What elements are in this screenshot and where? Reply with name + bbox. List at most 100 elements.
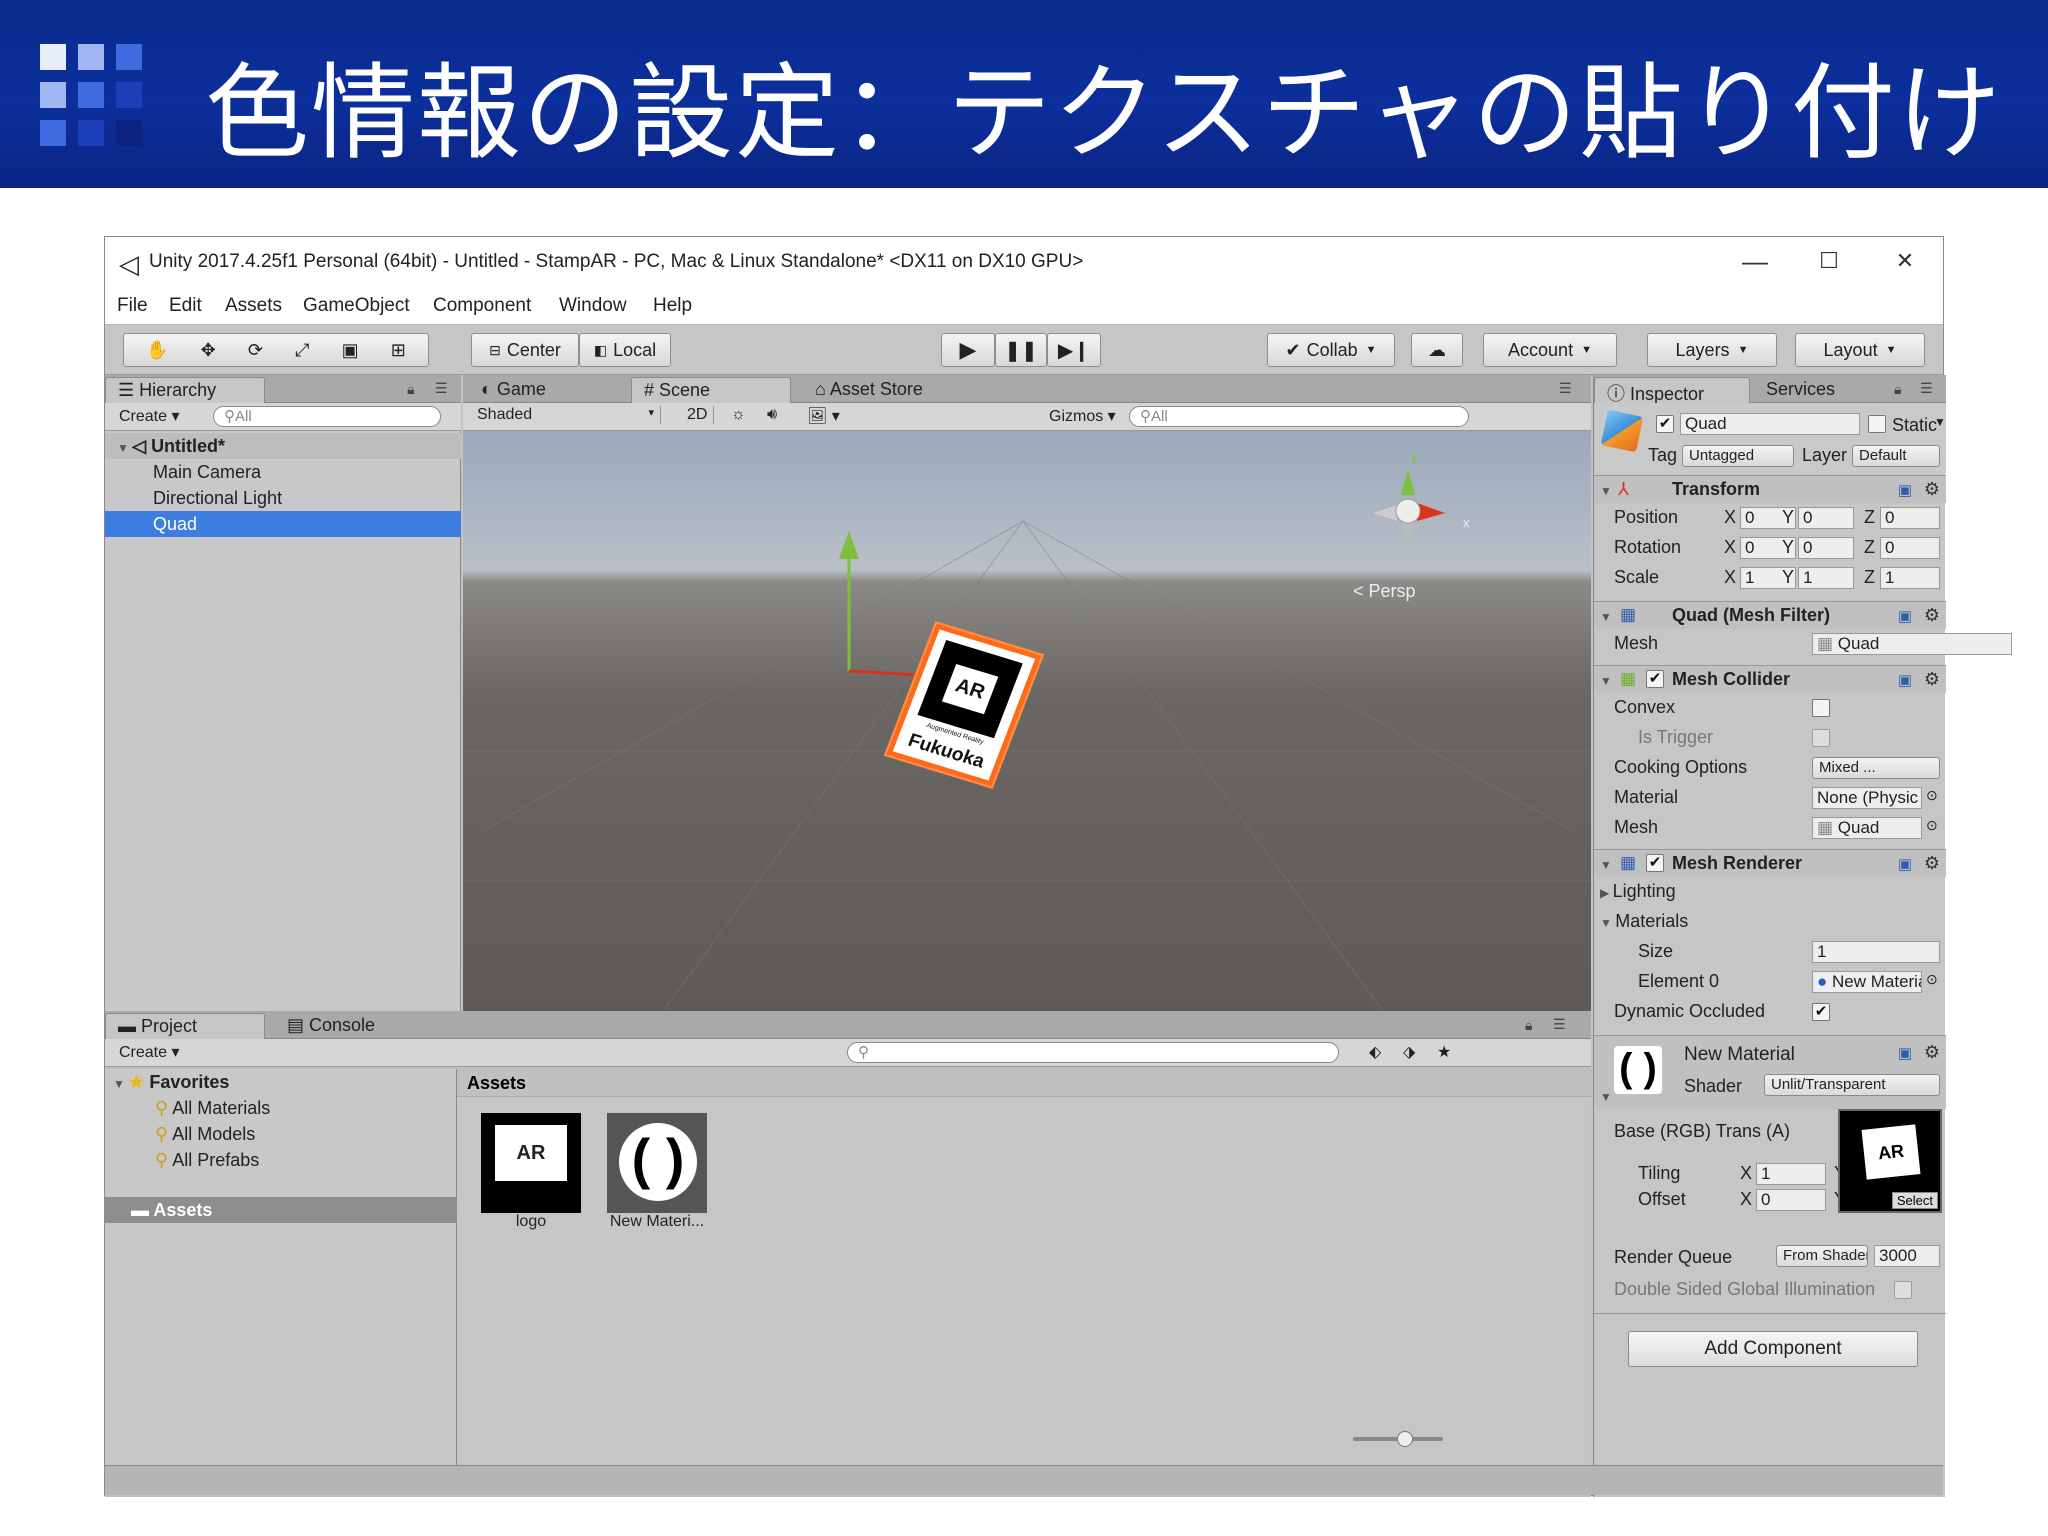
panel-menu-icon[interactable]: ☰ [435, 380, 448, 397]
tab-services[interactable]: Services [1754, 377, 1847, 403]
gizmos-dropdown[interactable]: Gizmos ▾ [1043, 406, 1122, 426]
scene-root[interactable]: ▼ ◁ Untitled* [105, 433, 461, 459]
tab-hierarchy[interactable]: ☰ Hierarchy [105, 377, 265, 403]
convex-checkbox[interactable] [1812, 699, 1830, 717]
mesh-renderer-enabled-checkbox[interactable]: ✔ [1646, 854, 1664, 872]
help-book-icon[interactable]: ▣ [1898, 671, 1912, 689]
tab-game[interactable]: ◐ Game [469, 377, 558, 403]
pivot-local-button[interactable]: ◧ Local [579, 333, 671, 367]
menu-help[interactable]: Help [653, 295, 692, 317]
layout-dropdown[interactable]: Layout ▼ [1795, 333, 1925, 367]
gear-icon[interactable]: ⚙ [1924, 479, 1940, 500]
step-button[interactable]: ▶❙ [1047, 333, 1101, 367]
tag-dropdown[interactable]: Untagged [1682, 445, 1794, 467]
dropdown-arrow-icon[interactable]: ▼ [1934, 415, 1946, 429]
active-checkbox[interactable]: ✔ [1656, 415, 1674, 433]
scene-search-input[interactable]: ⚲All [1129, 406, 1469, 427]
project-create-button[interactable]: Create ▾ [113, 1042, 186, 1062]
collab-dropdown[interactable]: ✔ Collab ▼ [1267, 333, 1395, 367]
assets-folder[interactable]: ▬ Assets [105, 1197, 461, 1223]
object-name-field[interactable]: Quad [1680, 413, 1860, 435]
asset-new-material[interactable]: ( ) New Materi... [607, 1113, 707, 1231]
account-dropdown[interactable]: Account ▼ [1483, 333, 1617, 367]
lock-icon[interactable]: 🔒︎ [407, 381, 414, 398]
gear-icon[interactable]: ⚙ [1924, 669, 1940, 690]
project-search-input[interactable]: ⚲ [847, 1042, 1339, 1063]
lighting-toggle-icon[interactable]: ☼ [725, 406, 752, 424]
lock-icon[interactable]: 🔒︎ [1894, 381, 1901, 398]
icon-size-slider[interactable] [1353, 1431, 1443, 1447]
collider-mesh-field[interactable]: ▦ Quad [1812, 817, 1922, 839]
materials-foldout[interactable]: ▼ Materials [1600, 911, 1688, 932]
filter-label-icon[interactable]: ⬗ [1397, 1042, 1421, 1062]
static-checkbox[interactable] [1868, 415, 1886, 433]
maximize-button[interactable]: ☐ [1809, 243, 1849, 279]
2d-toggle[interactable]: 2D [681, 406, 715, 424]
render-queue-dropdown[interactable]: From Shader [1776, 1245, 1868, 1267]
filter-type-icon[interactable]: ⬖ [1363, 1042, 1387, 1062]
help-book-icon[interactable]: ▣ [1898, 1044, 1912, 1062]
rotation-z-field-visible[interactable]: 0 [1880, 537, 1940, 559]
rotation-y-field[interactable]: 0 [1798, 537, 1854, 559]
pivot-center-button[interactable]: ⊟ Center [471, 333, 579, 367]
menu-gameobject[interactable]: GameObject [303, 295, 410, 317]
tiling-x-field[interactable]: 1 [1756, 1163, 1826, 1185]
gear-icon[interactable]: ⚙ [1924, 605, 1940, 626]
object-picker-icon[interactable]: ⊙ [1926, 971, 1938, 988]
tab-console[interactable]: ▤ Console [275, 1013, 387, 1039]
help-book-icon[interactable]: ▣ [1898, 607, 1912, 625]
favorite-all-materials[interactable]: ⚲ All Materials [105, 1095, 461, 1121]
rotate-icon[interactable]: ⟳ [248, 340, 263, 361]
favorites-folder[interactable]: ▼ ★ Favorites [105, 1069, 461, 1095]
mesh-field[interactable]: ▦ Quad [1812, 633, 2012, 655]
play-button[interactable]: ▶ [941, 333, 995, 367]
menu-component[interactable]: Component [433, 295, 531, 317]
layers-dropdown[interactable]: Layers ▼ [1647, 333, 1777, 367]
cloud-button[interactable]: ☁ [1411, 333, 1463, 367]
position-z-field-visible[interactable]: 0 [1880, 507, 1940, 529]
tab-project[interactable]: ▬ Project [105, 1013, 265, 1039]
lock-icon[interactable]: 🔒︎ [1525, 1017, 1532, 1034]
hierarchy-item-quad[interactable]: Quad [105, 511, 461, 537]
gear-icon[interactable]: ⚙ [1924, 853, 1940, 874]
favorite-all-models[interactable]: ⚲ All Models [105, 1121, 461, 1147]
pause-button[interactable]: ❚❚ [995, 333, 1047, 367]
hierarchy-item-directional-light[interactable]: Directional Light [105, 485, 461, 511]
element-0-field[interactable]: ● New Material [1812, 971, 1922, 993]
scene-viewport[interactable]: y x < Persp AR Augmented Reality Fukuoka [463, 431, 1591, 1011]
transform-header[interactable]: ▼ ⅄ Transform ▣ ⚙ [1594, 475, 1946, 503]
menu-file[interactable]: File [117, 295, 148, 317]
shader-dropdown[interactable]: Unlit/Transparent [1764, 1074, 1940, 1096]
minimize-button[interactable]: — [1735, 243, 1775, 279]
create-button[interactable]: Create ▾ [113, 406, 186, 426]
texture-slot[interactable]: AR Select [1838, 1109, 1942, 1213]
menu-window[interactable]: Window [559, 295, 627, 317]
help-book-icon[interactable]: ▣ [1898, 855, 1912, 873]
tab-asset-store[interactable]: ⌂ Asset Store [803, 377, 935, 403]
mesh-collider-header[interactable]: ▼ ▦ ✔ Mesh Collider ▣ ⚙ [1594, 665, 1946, 693]
favorite-star-icon[interactable]: ★ [1431, 1042, 1457, 1062]
physic-material-field[interactable]: None (Physic Materia [1812, 787, 1922, 809]
dynamic-occluded-checkbox[interactable]: ✔ [1812, 1003, 1830, 1021]
audio-toggle-icon[interactable]: 🔊︎ [761, 406, 783, 424]
scale-z-field-visible[interactable]: 1 [1880, 567, 1940, 589]
object-picker-icon[interactable]: ⊙ [1926, 787, 1938, 804]
hierarchy-search-input[interactable]: ⚲All [213, 406, 441, 427]
close-button[interactable]: ✕ [1885, 243, 1925, 279]
menu-edit[interactable]: Edit [169, 295, 202, 317]
material-header[interactable]: ( ) ▼ New Material Shader Unlit/Transpar… [1594, 1035, 1946, 1109]
materials-size-field[interactable]: 1 [1812, 941, 1940, 963]
help-book-icon[interactable]: ▣ [1898, 481, 1912, 499]
texture-select-button[interactable]: Select [1891, 1192, 1938, 1209]
scale-y-field[interactable]: 1 [1798, 567, 1854, 589]
slider-thumb[interactable] [1397, 1431, 1413, 1447]
persp-label[interactable]: < Persp [1353, 581, 1416, 602]
mesh-renderer-header[interactable]: ▼ ▦ ✔ Mesh Renderer ▣ ⚙ [1594, 849, 1946, 877]
shading-dropdown[interactable]: Shaded ▾ [471, 406, 661, 424]
add-component-button[interactable]: Add Component [1628, 1331, 1918, 1367]
lighting-foldout[interactable]: ▶ Lighting [1600, 881, 1676, 902]
tab-scene[interactable]: # Scene [631, 377, 791, 403]
render-queue-value-field[interactable]: 3000 [1874, 1245, 1940, 1267]
panel-menu-icon[interactable]: ☰ [1920, 380, 1933, 397]
offset-x-field[interactable]: 0 [1756, 1189, 1826, 1211]
